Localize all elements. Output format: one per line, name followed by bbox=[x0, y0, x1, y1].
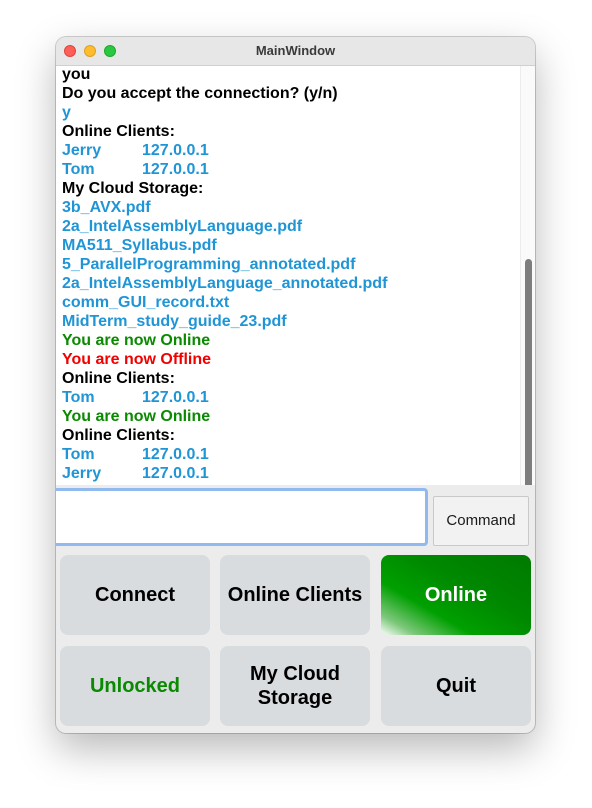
online-clients-button-label: Online Clients bbox=[227, 584, 363, 606]
log-message: you bbox=[62, 66, 91, 83]
log-message: y bbox=[62, 104, 71, 121]
command-button[interactable]: Command bbox=[433, 496, 529, 546]
my-cloud-storage-label-line1: My Cloud bbox=[250, 663, 340, 685]
command-input[interactable] bbox=[56, 488, 428, 546]
client-entry: Jerry 127.0.0.1 bbox=[62, 141, 519, 160]
my-cloud-storage-label-line2: Storage bbox=[257, 687, 333, 709]
my-cloud-storage-button[interactable]: My Cloud Storage bbox=[220, 646, 370, 726]
client-ip: 127.0.0.1 bbox=[142, 142, 209, 159]
quit-button-label: Quit bbox=[436, 675, 476, 697]
log-message: 2a_IntelAssemblyLanguage.pdf bbox=[62, 218, 303, 235]
client-entry: Tom 127.0.0.1 bbox=[62, 160, 519, 179]
log-message: MidTerm_study_guide_23.pdf bbox=[62, 313, 287, 330]
unlocked-button-label: Unlocked bbox=[89, 675, 181, 697]
quit-button[interactable]: Quit bbox=[381, 646, 531, 726]
client-ip: 127.0.0.1 bbox=[142, 161, 209, 178]
client-ip: 127.0.0.1 bbox=[142, 389, 209, 406]
title-bar[interactable]: MainWindow bbox=[56, 37, 535, 66]
online-button-label: Online bbox=[424, 584, 488, 606]
client-entry: Tom 127.0.0.1 bbox=[62, 388, 519, 407]
log-message: Online Clients: bbox=[62, 123, 175, 140]
main-window: MainWindow you Do you accept the connecti… bbox=[56, 37, 535, 733]
connect-button-label: Connect bbox=[95, 584, 175, 606]
log-message: 5_ParallelProgramming_annotated.pdf bbox=[62, 256, 356, 273]
client-name: Tom bbox=[62, 446, 95, 463]
connect-button[interactable]: Connect bbox=[60, 555, 210, 635]
client-name: Jerry bbox=[62, 142, 102, 159]
log-scrollbar[interactable] bbox=[520, 66, 535, 485]
online-clients-button[interactable]: Online Clients bbox=[220, 555, 370, 635]
log-message: comm_GUI_record.txt bbox=[62, 294, 230, 311]
log-message: You are now Offline bbox=[62, 351, 212, 368]
client-name: Tom bbox=[62, 161, 95, 178]
log-message: You are now Online bbox=[62, 332, 211, 349]
client-entry: Jerry 127.0.0.1 bbox=[62, 464, 519, 483]
log-message: 3b_AVX.pdf bbox=[62, 199, 151, 216]
log-message: You are now Online bbox=[62, 408, 211, 425]
log-message: Online Clients: bbox=[62, 370, 175, 387]
client-name: Tom bbox=[62, 389, 95, 406]
window-title: MainWindow bbox=[255, 43, 336, 58]
client-entry: Tom 127.0.0.1 bbox=[62, 445, 519, 464]
log-message: Online Clients: bbox=[62, 427, 175, 444]
log-message: MA511_Syllabus.pdf bbox=[62, 237, 217, 254]
my-cloud-storage-button-label: My Cloud Storage bbox=[250, 662, 340, 710]
online-button[interactable]: Online bbox=[381, 555, 531, 635]
unlocked-button[interactable]: Unlocked bbox=[60, 646, 210, 726]
client-ip: 127.0.0.1 bbox=[142, 465, 209, 482]
log-message: Do you accept the connection? (y/n) bbox=[62, 85, 338, 102]
log-message: My Cloud Storage: bbox=[62, 180, 204, 197]
log-message: 2a_IntelAssemblyLanguage_annotated.pdf bbox=[62, 275, 388, 292]
log-scrollbar-thumb[interactable] bbox=[525, 259, 532, 485]
client-name: Jerry bbox=[62, 465, 102, 482]
message-log[interactable]: you Do you accept the connection? (y/n) y O… bbox=[56, 66, 535, 485]
client-ip: 127.0.0.1 bbox=[142, 446, 209, 463]
message-log-lines: you Do you accept the connection? (y/n) y O… bbox=[62, 66, 519, 483]
